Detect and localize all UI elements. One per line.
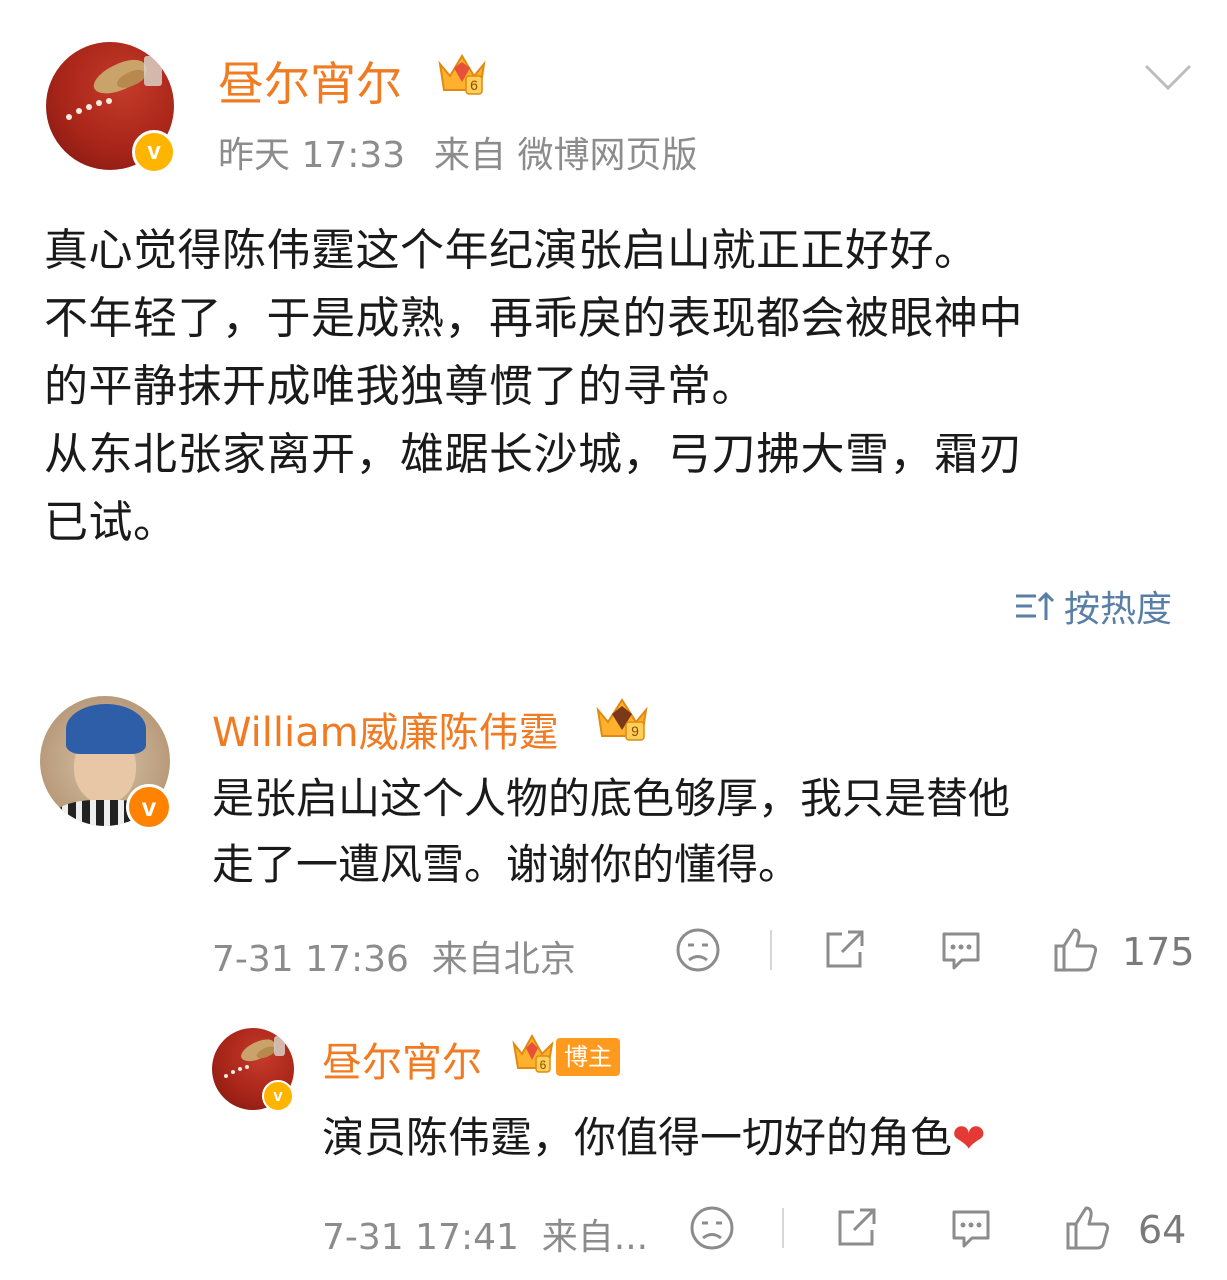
reply-text: 演员陈伟霆，你值得一切好的角色❤ (322, 1104, 986, 1165)
reply-meta: 7-31 17:41 来自... (322, 1217, 649, 1258)
commenter-name[interactable]: William威廉陈伟霆 (212, 700, 559, 758)
verified-badge-icon: v (262, 1080, 294, 1112)
share-icon[interactable] (820, 926, 868, 974)
post-line: 的平静抹开成唯我独尊惯了的寻常。 (44, 361, 756, 412)
divider (782, 1208, 784, 1248)
like-icon[interactable] (1050, 924, 1102, 976)
reply-text-content: 演员陈伟霆，你值得一切好的角色 (322, 1113, 953, 1162)
sad-face-icon[interactable] (674, 926, 722, 974)
post-source: 来自 微博网页版 (434, 135, 698, 176)
crown-icon: 6 (512, 1033, 554, 1073)
svg-text:6: 6 (540, 1058, 547, 1072)
comment-line: 走了一遭风雪。谢谢你的懂得。 (212, 840, 801, 889)
svg-text:9: 9 (631, 723, 639, 739)
sort-icon (1016, 591, 1055, 620)
comment-text: 是张启山这个人物的底色够厚，我只是替他 走了一遭风雪。谢谢你的懂得。 (212, 766, 1010, 898)
divider (770, 930, 772, 970)
comment-icon[interactable] (946, 1204, 996, 1254)
author-badge: 博主 (556, 1038, 620, 1076)
verified-badge-icon: v (126, 784, 172, 830)
share-icon[interactable] (832, 1204, 880, 1252)
comment-icon[interactable] (936, 926, 986, 976)
like-count: 175 (1122, 930, 1195, 974)
like-icon[interactable] (1062, 1202, 1114, 1254)
post-line: 真心觉得陈伟霆这个年纪演张启山就正正好好。 (44, 225, 979, 276)
post-line: 从东北张家离开，雄踞长沙城，弓刀拂大雪，霜刃 (44, 429, 1023, 480)
svg-text:6: 6 (470, 77, 478, 93)
sad-face-icon[interactable] (688, 1204, 736, 1252)
chevron-down-icon[interactable] (1142, 62, 1194, 92)
comment-meta: 7-31 17:36 来自北京 (212, 939, 576, 980)
post-time: 昨天 17:33 (218, 135, 406, 176)
sort-by-hot-button[interactable]: 按热度 (1014, 580, 1172, 632)
post-author-name[interactable]: 昼尔宵尔 (218, 48, 402, 114)
heart-emoji-icon: ❤ (952, 1116, 986, 1162)
post-line: 已试。 (44, 497, 178, 548)
crown-icon: 6 (438, 54, 486, 95)
sort-label: 按热度 (1064, 589, 1173, 630)
like-count: 64 (1138, 1208, 1187, 1252)
verified-badge-icon: v (132, 130, 176, 174)
crown-icon: 9 (596, 698, 648, 741)
comment-line: 是张启山这个人物的底色够厚，我只是替他 (212, 774, 1011, 823)
post-line: 不年轻了，于是成熟，再乖戾的表现都会被眼神中 (44, 293, 1023, 344)
reply-author-name[interactable]: 昼尔宵尔 (322, 1030, 482, 1088)
